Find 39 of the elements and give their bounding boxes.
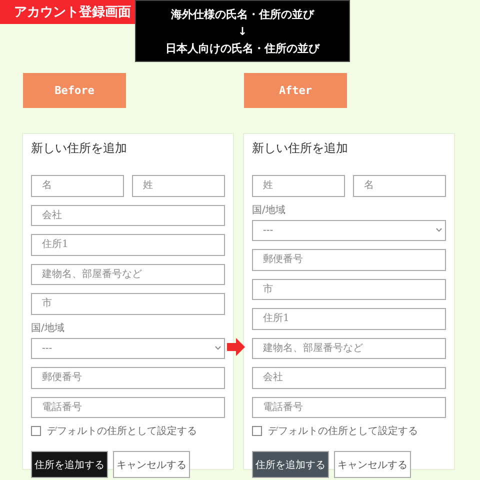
input-field[interactable]: 住所1 (252, 308, 446, 330)
input-field[interactable]: 名 (31, 175, 124, 196)
form-heading: 新しい住所を追加 (31, 140, 128, 157)
input-field[interactable]: 電話番号 (252, 396, 446, 418)
input-field[interactable]: 姓 (132, 175, 225, 196)
arrow-right-icon (227, 338, 245, 356)
chevron-down-icon (436, 228, 442, 232)
select-field[interactable]: --- (252, 220, 446, 241)
input-field[interactable]: 郵便番号 (31, 367, 225, 388)
caption-text: ↓ (238, 24, 248, 40)
caption-text: 海外仕様の氏名・住所の並び (171, 6, 314, 22)
caption-text: 日本人向けの氏名・住所の並び (166, 40, 320, 56)
cancel-button[interactable]: キャンセルする (113, 451, 190, 478)
input-field[interactable]: 住所1 (31, 234, 225, 256)
select-field[interactable]: --- (31, 338, 225, 359)
checkbox[interactable] (252, 426, 262, 436)
input-field[interactable]: 郵便番号 (252, 249, 446, 270)
form-heading: 新しい住所を追加 (252, 140, 349, 157)
checkbox[interactable] (31, 426, 41, 436)
chevron-down-icon (215, 346, 221, 350)
field-label: 国/地域 (31, 322, 66, 334)
add-address-button[interactable]: 住所を追加する (31, 451, 108, 478)
checkbox-label: デフォルトの住所として設定する (47, 424, 197, 438)
input-field[interactable]: 市 (31, 293, 225, 314)
input-field[interactable]: 会社 (252, 367, 446, 388)
input-field[interactable]: 建物名、部屋番号など (31, 264, 225, 285)
cancel-button[interactable]: キャンセルする (334, 451, 411, 478)
input-field[interactable]: 建物名、部屋番号など (252, 338, 446, 359)
field-label: 国/地域 (252, 204, 286, 216)
section-label: After (244, 73, 347, 108)
input-field[interactable]: 市 (252, 278, 446, 300)
add-address-button[interactable]: 住所を追加する (252, 451, 329, 478)
input-field[interactable]: 姓 (252, 175, 345, 196)
input-field[interactable]: 電話番号 (31, 396, 225, 418)
input-field[interactable]: 名 (353, 175, 446, 196)
input-field[interactable]: 会社 (31, 204, 225, 226)
checkbox-label: デフォルトの住所として設定する (268, 424, 418, 438)
page-title-banner: アカウント登録画面 (0, 0, 135, 24)
section-label: Before (23, 73, 126, 108)
